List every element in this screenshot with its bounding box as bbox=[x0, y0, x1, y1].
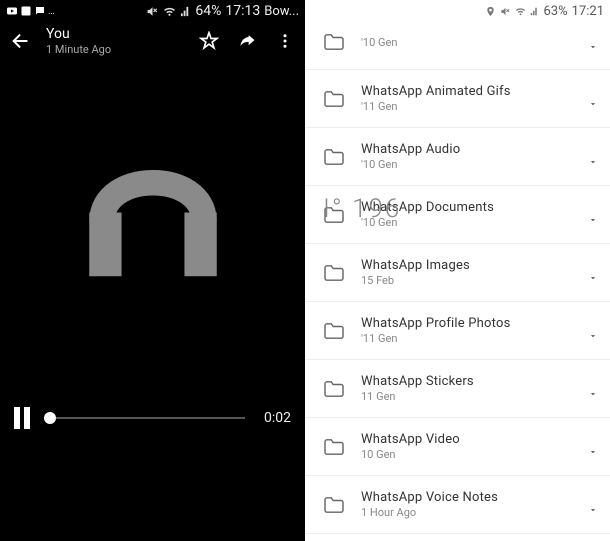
folder-icon bbox=[323, 496, 345, 514]
more-button[interactable] bbox=[275, 31, 295, 51]
chevron-down-icon[interactable] bbox=[588, 210, 598, 220]
folder-name: WhatsApp Stickers bbox=[361, 374, 572, 389]
wifi-icon bbox=[515, 6, 526, 17]
gallery-icon bbox=[20, 5, 32, 17]
time-text: 17:21 bbox=[572, 4, 604, 19]
file-browser-screen: 63% 17:21 I° 196 '10 GenWhatsApp Animate… bbox=[305, 0, 610, 541]
elapsed-time: 0:02 bbox=[255, 410, 291, 426]
favorite-button[interactable] bbox=[199, 31, 219, 51]
folder-name: WhatsApp Animated Gifs bbox=[361, 84, 572, 99]
chevron-down-icon[interactable] bbox=[588, 500, 598, 510]
extra-text: Bow... bbox=[264, 4, 299, 19]
chevron-down-icon[interactable] bbox=[588, 326, 598, 336]
chevron-down-icon[interactable] bbox=[588, 37, 598, 47]
time-text: 17:13 bbox=[225, 3, 260, 19]
wifi-icon bbox=[163, 5, 176, 18]
status-bar-right: 63% 17:21 bbox=[305, 0, 610, 22]
folder-name: WhatsApp Profile Photos bbox=[361, 316, 572, 331]
signal-icon bbox=[530, 7, 539, 16]
folder-date: 11 Gen bbox=[361, 390, 572, 403]
headphones-icon bbox=[68, 119, 238, 289]
folder-date: '10 Gen bbox=[361, 216, 572, 229]
folder-row[interactable]: '10 Gen bbox=[305, 24, 610, 70]
folder-date: '10 Gen bbox=[361, 36, 572, 49]
folder-name: WhatsApp Video bbox=[361, 432, 572, 447]
share-button[interactable] bbox=[237, 31, 257, 51]
folder-row[interactable]: WhatsApp Animated Gifs'11 Gen bbox=[305, 70, 610, 128]
folder-info: WhatsApp Audio'10 Gen bbox=[361, 142, 572, 171]
track-subtitle: 1 Minute Ago bbox=[46, 43, 185, 56]
signal-icon bbox=[180, 6, 191, 17]
folder-list: '10 GenWhatsApp Animated Gifs'11 GenWhat… bbox=[305, 22, 610, 534]
folder-info: WhatsApp Profile Photos'11 Gen bbox=[361, 316, 572, 345]
folder-name: WhatsApp Audio bbox=[361, 142, 572, 157]
folder-row[interactable]: WhatsApp Documents'10 Gen bbox=[305, 186, 610, 244]
folder-icon bbox=[323, 380, 345, 398]
youtube-icon bbox=[6, 5, 18, 17]
folder-date: '11 Gen bbox=[361, 100, 572, 113]
chevron-down-icon[interactable] bbox=[588, 442, 598, 452]
folder-name: WhatsApp Images bbox=[361, 258, 572, 273]
folder-date: '11 Gen bbox=[361, 332, 572, 345]
folder-icon bbox=[323, 322, 345, 340]
folder-info: WhatsApp Animated Gifs'11 Gen bbox=[361, 84, 572, 113]
folder-icon bbox=[323, 33, 345, 51]
folder-row[interactable]: WhatsApp Stickers11 Gen bbox=[305, 360, 610, 418]
player-header: You 1 Minute Ago bbox=[0, 22, 305, 64]
player-controls: 0:02 bbox=[0, 407, 305, 429]
chevron-down-icon[interactable] bbox=[588, 94, 598, 104]
chevron-down-icon[interactable] bbox=[588, 268, 598, 278]
status-right: 64% 17:13 Bow... bbox=[146, 3, 299, 19]
folder-info: WhatsApp Voice Notes1 Hour Ago bbox=[361, 490, 572, 519]
folder-row[interactable]: WhatsApp Video10 Gen bbox=[305, 418, 610, 476]
folder-icon bbox=[323, 90, 345, 108]
album-art bbox=[0, 64, 305, 319]
pause-button[interactable] bbox=[14, 407, 34, 429]
folder-row[interactable]: WhatsApp Audio'10 Gen bbox=[305, 128, 610, 186]
folder-info: WhatsApp Documents'10 Gen bbox=[361, 200, 572, 229]
mute-icon bbox=[146, 5, 159, 18]
title-block: You 1 Minute Ago bbox=[46, 26, 185, 56]
folder-icon bbox=[323, 438, 345, 456]
folder-info: '10 Gen bbox=[361, 35, 572, 49]
track-title: You bbox=[46, 26, 185, 42]
back-button[interactable] bbox=[10, 30, 32, 52]
location-icon bbox=[485, 6, 496, 17]
audio-player-screen: … 64% 17:13 Bow... You 1 Minute Ago bbox=[0, 0, 305, 541]
chevron-down-icon[interactable] bbox=[588, 152, 598, 162]
folder-icon bbox=[323, 264, 345, 282]
folder-icon bbox=[323, 206, 345, 224]
folder-date: 1 Hour Ago bbox=[361, 506, 572, 519]
status-bar-left: … 64% 17:13 Bow... bbox=[0, 0, 305, 22]
folder-info: WhatsApp Video10 Gen bbox=[361, 432, 572, 461]
folder-date: 10 Gen bbox=[361, 448, 572, 461]
folder-row[interactable]: WhatsApp Profile Photos'11 Gen bbox=[305, 302, 610, 360]
chat-icon bbox=[34, 5, 46, 17]
folder-row[interactable]: WhatsApp Voice Notes1 Hour Ago bbox=[305, 476, 610, 534]
battery-text: 64% bbox=[195, 3, 221, 19]
chevron-down-icon[interactable] bbox=[588, 384, 598, 394]
progress-slider[interactable] bbox=[44, 408, 245, 428]
folder-date: 15 Feb bbox=[361, 274, 572, 287]
folder-icon bbox=[323, 148, 345, 166]
folder-date: '10 Gen bbox=[361, 158, 572, 171]
folder-info: WhatsApp Stickers11 Gen bbox=[361, 374, 572, 403]
folder-name: WhatsApp Voice Notes bbox=[361, 490, 572, 505]
folder-info: WhatsApp Images15 Feb bbox=[361, 258, 572, 287]
notification-icons: … bbox=[6, 5, 55, 17]
mute-icon bbox=[500, 6, 511, 17]
folder-row[interactable]: WhatsApp Images15 Feb bbox=[305, 244, 610, 302]
battery-text: 63% bbox=[543, 4, 567, 19]
folder-name: WhatsApp Documents bbox=[361, 200, 572, 215]
